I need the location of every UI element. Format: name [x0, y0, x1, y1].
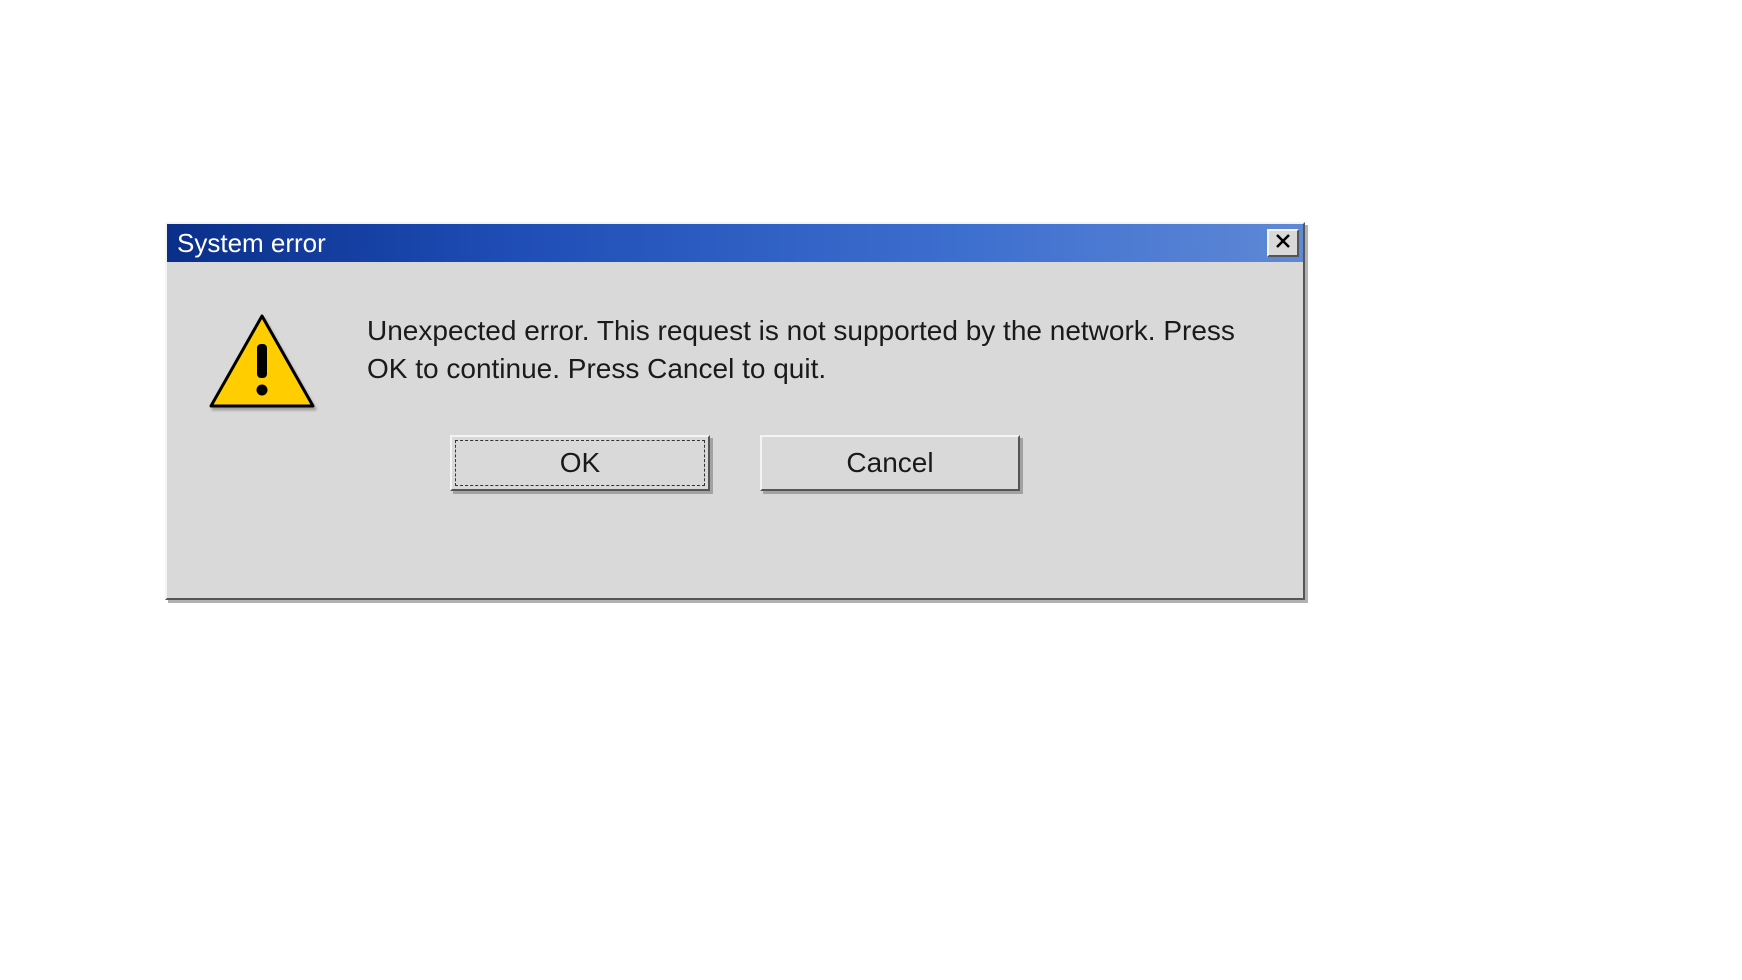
error-message: Unexpected error. This request is not su… [367, 312, 1273, 388]
error-dialog: System error Unexpected error. This requ… [165, 222, 1305, 600]
cancel-button[interactable]: Cancel [760, 435, 1020, 491]
dialog-title: System error [177, 228, 326, 259]
close-icon [1275, 233, 1291, 254]
dialog-content: Unexpected error. This request is not su… [167, 262, 1303, 435]
titlebar[interactable]: System error [167, 224, 1303, 262]
button-row: OK Cancel [167, 435, 1303, 521]
warning-icon [207, 312, 317, 415]
close-button[interactable] [1267, 229, 1299, 257]
ok-button[interactable]: OK [450, 435, 710, 491]
